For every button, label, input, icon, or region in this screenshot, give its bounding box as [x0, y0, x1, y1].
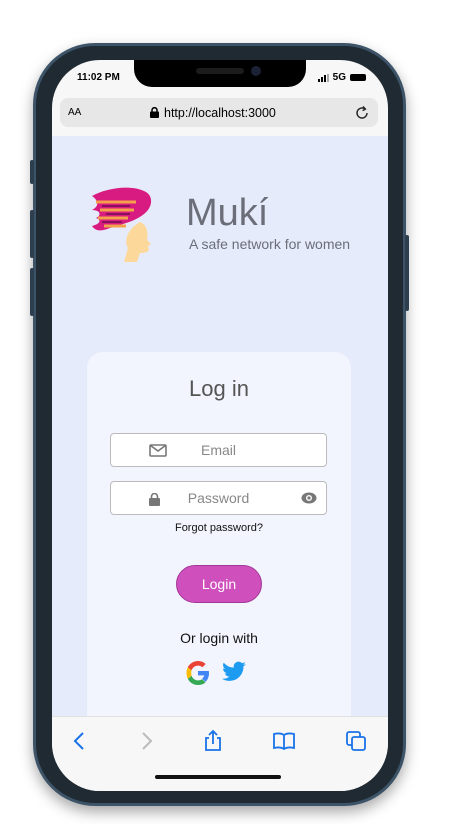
power-button	[405, 235, 409, 311]
password-placeholder: Password	[187, 490, 250, 506]
home-indicator[interactable]	[155, 775, 281, 779]
notch	[134, 60, 306, 87]
login-title: Log in	[189, 376, 249, 401]
share-icon[interactable]	[201, 729, 225, 753]
email-field[interactable]: Email	[110, 433, 327, 467]
browser-toolbar	[52, 716, 388, 791]
google-icon[interactable]	[183, 658, 213, 688]
battery-icon	[350, 74, 366, 81]
signal-icon	[317, 73, 329, 82]
volume-up-button	[30, 210, 34, 258]
show-password-icon[interactable]	[301, 491, 317, 505]
status-indicators: 5G	[317, 72, 366, 83]
volume-down-button	[30, 268, 34, 316]
lock-icon	[150, 107, 159, 118]
address-bar[interactable]: AA http://localhost:3000	[60, 98, 378, 127]
forward-icon[interactable]	[134, 729, 158, 753]
login-card: Log in Email Password Forgot password? L…	[87, 352, 351, 716]
email-placeholder: Email	[200, 442, 236, 458]
status-time: 11:02 PM	[77, 72, 120, 83]
bookmarks-icon[interactable]	[272, 729, 296, 753]
social-login-buttons	[183, 658, 247, 688]
url-field[interactable]: http://localhost:3000	[150, 106, 276, 120]
app-tagline: A safe network for women	[189, 236, 351, 252]
reload-icon[interactable]	[354, 105, 370, 121]
forgot-password-link[interactable]: Forgot password?	[87, 522, 351, 534]
muki-logo	[92, 187, 152, 262]
network-label: 5G	[332, 72, 346, 83]
back-icon[interactable]	[68, 729, 92, 753]
app-name: Mukí	[186, 192, 269, 234]
password-field[interactable]: Password	[110, 481, 327, 515]
url-text: http://localhost:3000	[164, 105, 276, 120]
text-size-button[interactable]: AA	[68, 107, 81, 118]
page-content: Mukí A safe network for women Log in Ema…	[52, 136, 388, 716]
social-login-label: Or login with	[180, 630, 258, 646]
camera	[251, 66, 261, 76]
login-button[interactable]: Login	[176, 565, 262, 603]
tabs-icon[interactable]	[344, 729, 368, 753]
phone-screen: 11:02 PM 5G AA http://localhost:3000 Muk…	[52, 60, 388, 791]
speaker	[196, 68, 244, 74]
mute-switch	[30, 160, 34, 184]
twitter-icon[interactable]	[221, 659, 247, 685]
